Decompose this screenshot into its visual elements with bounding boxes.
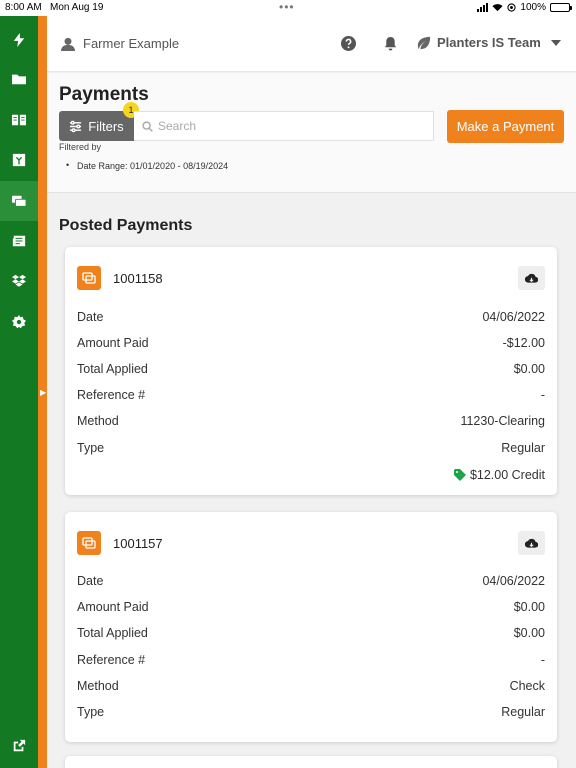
cloud-download-icon	[525, 273, 538, 283]
folder-icon	[12, 74, 26, 85]
top-header: Farmer Example Planters IS Team	[47, 16, 576, 72]
newspaper-icon	[12, 235, 26, 247]
location-icon	[507, 3, 517, 12]
multitasking-dots-icon[interactable]: •••	[279, 0, 295, 14]
expand-sidebar-icon[interactable]: ▶	[40, 388, 46, 397]
make-payment-button[interactable]: Make a Payment	[447, 110, 564, 143]
sidebar-item-external-link[interactable]	[0, 726, 38, 766]
payment-card-header: 1001158	[77, 266, 163, 290]
sidebar-item-documents[interactable]	[0, 59, 38, 99]
payments-icon	[12, 195, 26, 207]
credit-amount: $12.00 Credit	[469, 468, 545, 482]
filtered-by-label: Filtered by	[59, 142, 102, 152]
credit-badge: $12.00 Credit	[453, 468, 545, 482]
cloud-download-icon	[525, 538, 538, 548]
sidebar-item-payments[interactable]	[0, 181, 38, 221]
team-name: Planters IS Team	[437, 35, 541, 50]
payment-row-date: Date 04/06/2022	[77, 310, 545, 324]
search-input[interactable]	[158, 119, 408, 133]
payment-row-method: Method 11230-Clearing	[77, 414, 545, 428]
payment-row-type: Type Regular	[77, 705, 545, 719]
user-icon	[61, 37, 75, 51]
wifi-icon	[492, 4, 503, 12]
payment-row-amount-paid: Amount Paid -$12.00	[77, 336, 545, 350]
search-icon	[142, 120, 153, 132]
sidebar-item-account[interactable]	[0, 100, 38, 140]
battery-icon	[550, 3, 572, 12]
bolt-icon	[13, 33, 25, 47]
battery-percent: 100%	[520, 2, 546, 13]
payment-number: 1001157	[113, 535, 163, 551]
filters-label: Filters	[88, 118, 124, 134]
sliders-icon	[70, 120, 82, 132]
status-indicators: 100%	[477, 2, 572, 13]
invoice-icon	[12, 153, 26, 167]
payments-toolbar: Payments Filters 1 Make a Payment Filter…	[47, 73, 576, 193]
payment-icon	[77, 266, 101, 290]
sidebar-item-quick-actions[interactable]	[0, 20, 38, 60]
active-filter-date-range: Date Range: 01/01/2020 - 08/19/2024	[66, 160, 228, 171]
payment-card[interactable]: 1001157 Date 04/06/2022 Amount Paid $0.00 …	[65, 512, 557, 742]
payment-row-amount-paid: Amount Paid $0.00	[77, 600, 545, 614]
search-box	[134, 111, 434, 141]
payment-card[interactable]: 1001158 Date 04/06/2022 Amount Paid -$12.0…	[65, 247, 557, 495]
payment-row-method: Method Check	[77, 679, 545, 693]
leaf-icon	[417, 36, 431, 49]
team-selector[interactable]: Planters IS Team	[417, 35, 561, 50]
filters-button[interactable]: Filters	[59, 111, 134, 141]
external-link-icon	[13, 739, 26, 752]
payment-row-total-applied: Total Applied $0.00	[77, 362, 545, 376]
sidebar-collapse-strip[interactable]: ▶	[38, 16, 47, 768]
status-date: Mon Aug 19	[50, 2, 104, 13]
payment-row-date: Date 04/06/2022	[77, 574, 545, 588]
payment-row-reference: Reference # -	[77, 653, 545, 667]
download-button[interactable]	[518, 531, 545, 555]
book-icon	[12, 114, 26, 126]
payment-number: 1001158	[113, 270, 163, 286]
tag-icon	[453, 469, 466, 481]
settings-icon	[12, 315, 26, 329]
payment-card-header: 1001157	[77, 531, 163, 555]
sidebar	[0, 16, 38, 768]
bell-icon[interactable]	[383, 36, 398, 51]
sidebar-item-statements[interactable]	[0, 221, 38, 261]
posted-payments-title: Posted Payments	[59, 217, 193, 234]
payment-row-reference: Reference # -	[77, 388, 545, 402]
sidebar-item-dropbox[interactable]	[0, 261, 38, 301]
download-button[interactable]	[518, 266, 545, 290]
cellular-signal-icon	[477, 3, 489, 12]
sidebar-item-invoices[interactable]	[0, 140, 38, 180]
user-name: Farmer Example	[83, 36, 180, 51]
user-menu[interactable]: Farmer Example	[61, 36, 179, 51]
chevron-down-icon	[550, 39, 561, 46]
status-time: 8:00 AM	[5, 2, 42, 13]
payment-row-total-applied: Total Applied $0.00	[77, 626, 545, 640]
payment-card-partial[interactable]	[65, 756, 557, 768]
sidebar-item-settings[interactable]	[0, 302, 38, 342]
payment-row-type: Type Regular	[77, 441, 545, 455]
help-icon[interactable]	[341, 36, 356, 51]
status-bar: 8:00 AM Mon Aug 19 ••• 100%	[0, 0, 576, 16]
dropbox-icon	[12, 274, 26, 287]
payment-icon	[77, 531, 101, 555]
